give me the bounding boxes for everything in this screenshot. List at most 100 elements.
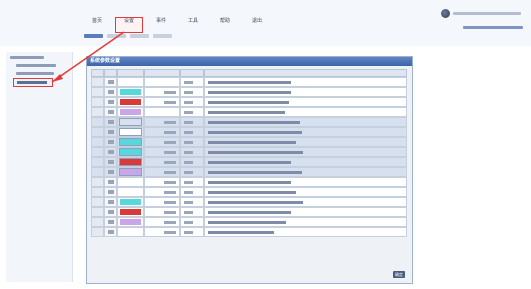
name-cell <box>144 97 180 107</box>
description-cell <box>204 77 407 87</box>
code-text-placeholder <box>184 201 193 204</box>
color-swatch[interactable] <box>120 129 141 135</box>
table-row[interactable] <box>91 107 407 117</box>
sub-tab[interactable] <box>84 34 103 38</box>
table-row[interactable] <box>91 187 407 197</box>
menu-item-events[interactable]: 事件 <box>148 18 174 32</box>
row-select-cell[interactable] <box>104 227 117 237</box>
color-swatch[interactable] <box>120 179 141 185</box>
color-swatch[interactable] <box>120 159 141 165</box>
color-cell[interactable] <box>117 117 144 127</box>
color-cell[interactable] <box>117 87 144 97</box>
color-swatch[interactable] <box>120 189 141 195</box>
color-cell[interactable] <box>117 207 144 217</box>
color-swatch[interactable] <box>120 119 141 125</box>
color-cell[interactable] <box>117 77 144 87</box>
confirm-button[interactable]: 确定 <box>393 271 405 278</box>
table-row[interactable] <box>91 117 407 127</box>
row-select-cell[interactable] <box>104 87 117 97</box>
row-select-cell[interactable] <box>104 207 117 217</box>
table-row[interactable] <box>91 167 407 177</box>
color-swatch[interactable] <box>120 139 141 145</box>
tree-item-selected[interactable] <box>13 78 53 87</box>
tree-item[interactable] <box>16 72 54 75</box>
color-swatch[interactable] <box>120 229 141 235</box>
row-select-cell[interactable] <box>104 187 117 197</box>
color-swatch[interactable] <box>120 99 141 105</box>
table-row[interactable] <box>91 87 407 97</box>
color-swatch[interactable] <box>120 169 141 175</box>
color-cell[interactable] <box>117 187 144 197</box>
color-cell[interactable] <box>117 127 144 137</box>
color-swatch[interactable] <box>120 219 141 225</box>
menu-item-home[interactable]: 首页 <box>84 18 110 32</box>
table-row[interactable] <box>91 97 407 107</box>
table-row[interactable] <box>91 157 407 167</box>
table-row[interactable] <box>91 147 407 157</box>
color-cell[interactable] <box>117 107 144 117</box>
color-cell[interactable] <box>117 147 144 157</box>
row-select-cell[interactable] <box>104 77 117 87</box>
table-row[interactable] <box>91 197 407 207</box>
color-cell[interactable] <box>117 97 144 107</box>
sub-tab[interactable] <box>130 34 149 38</box>
menu-item-label: 事件 <box>155 18 166 24</box>
description-cell <box>204 177 407 187</box>
row-select-cell[interactable] <box>104 167 117 177</box>
description-text-placeholder <box>208 221 287 224</box>
menu-item-help[interactable]: 帮助 <box>212 18 238 32</box>
table-row[interactable] <box>91 217 407 227</box>
name-text-placeholder <box>164 151 176 154</box>
description-cell <box>204 127 407 137</box>
row-select-cell[interactable] <box>104 137 117 147</box>
table-row[interactable] <box>91 77 407 87</box>
color-cell[interactable] <box>117 157 144 167</box>
row-select-cell[interactable] <box>104 157 117 167</box>
column-header-description <box>204 69 407 77</box>
main-menu: 首页 设置 事件 工具 帮助 退出 <box>84 17 270 33</box>
avatar[interactable] <box>441 9 450 18</box>
row-select-cell[interactable] <box>104 107 117 117</box>
color-cell[interactable] <box>117 137 144 147</box>
tree-item[interactable] <box>16 64 56 67</box>
code-text-placeholder <box>184 211 193 214</box>
row-select-cell[interactable] <box>104 127 117 137</box>
sub-tab[interactable] <box>107 34 126 38</box>
table-row[interactable] <box>91 137 407 147</box>
row-select-cell[interactable] <box>104 117 117 127</box>
color-swatch[interactable] <box>120 89 141 95</box>
row-select-cell[interactable] <box>104 147 117 157</box>
table-row[interactable] <box>91 177 407 187</box>
name-cell <box>144 197 180 207</box>
table-row[interactable] <box>91 207 407 217</box>
row-select-cell[interactable] <box>104 97 117 107</box>
table-row[interactable] <box>91 227 407 237</box>
row-label-placeholder <box>108 160 114 164</box>
row-label-placeholder <box>108 150 114 154</box>
table-row[interactable] <box>91 127 407 137</box>
color-cell[interactable] <box>117 217 144 227</box>
color-swatch[interactable] <box>120 109 141 115</box>
color-swatch[interactable] <box>120 79 141 85</box>
user-links-placeholder[interactable] <box>463 26 523 29</box>
row-select-cell[interactable] <box>104 177 117 187</box>
name-cell <box>144 117 180 127</box>
name-cell <box>144 127 180 137</box>
code-text-placeholder <box>184 101 193 104</box>
column-header-name <box>144 69 180 77</box>
row-select-cell[interactable] <box>104 217 117 227</box>
sub-tab[interactable] <box>153 34 172 38</box>
color-cell[interactable] <box>117 177 144 187</box>
menu-item-exit[interactable]: 退出 <box>244 18 270 32</box>
row-select-cell[interactable] <box>104 197 117 207</box>
menu-item-tools[interactable]: 工具 <box>180 18 206 32</box>
color-cell[interactable] <box>117 227 144 237</box>
tree-item-root[interactable] <box>10 56 44 59</box>
menu-item-settings[interactable]: 设置 <box>115 17 143 33</box>
color-swatch[interactable] <box>120 149 141 155</box>
color-swatch[interactable] <box>120 209 141 215</box>
color-swatch[interactable] <box>120 199 141 205</box>
color-cell[interactable] <box>117 167 144 177</box>
color-cell[interactable] <box>117 197 144 207</box>
row-label-placeholder <box>108 190 114 194</box>
